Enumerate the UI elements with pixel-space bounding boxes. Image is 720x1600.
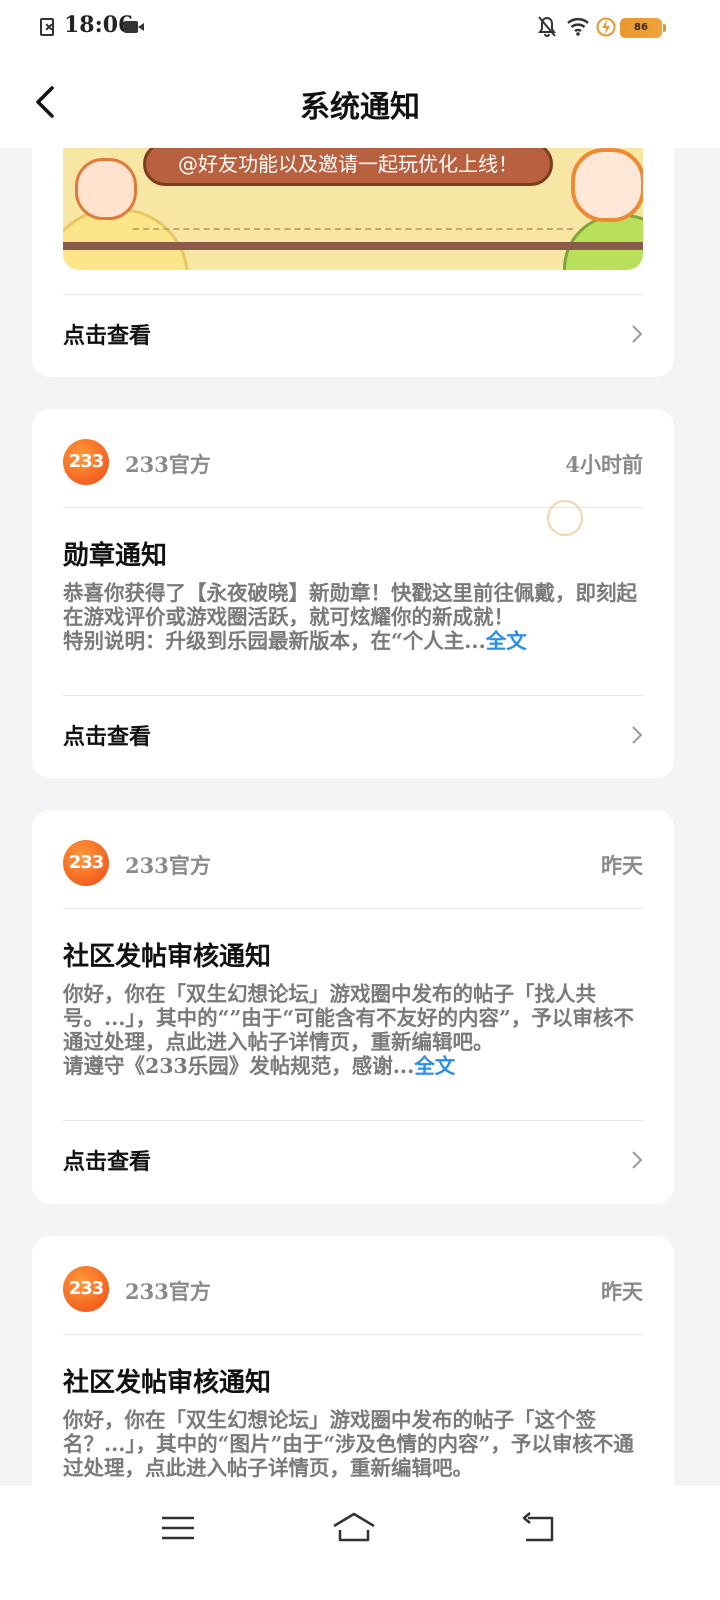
divider xyxy=(63,294,643,295)
notification-body-text: 你好，你在「双生幻想论坛」游戏圈中发布的帖子「找人共号。...」，其中的“”由于… xyxy=(63,982,634,1054)
read-more-link[interactable]: 全文 xyxy=(414,1054,455,1078)
event-banner[interactable]: @好友功能以及邀请一起玩优化上线！ xyxy=(63,148,643,270)
banner-character-left xyxy=(75,158,137,220)
notification-body-text-2: 请遵守《233乐园》发帖规范，感谢... xyxy=(63,1054,415,1078)
view-details-link[interactable]: 点击查看 xyxy=(63,705,643,765)
home-button[interactable] xyxy=(330,1508,378,1548)
view-details-label: 点击查看 xyxy=(63,323,152,349)
view-details-link[interactable]: 点击查看 xyxy=(63,1130,643,1190)
divider xyxy=(63,1334,643,1335)
sim-off-icon xyxy=(40,18,54,36)
chevron-right-icon xyxy=(632,325,643,343)
wifi-icon xyxy=(567,18,589,36)
notification-card: 233 233官方 4小时前 勋章通知 恭喜你获得了【永夜破晓】新勋章！快戳这里… xyxy=(32,409,674,778)
view-details-link[interactable]: 点击查看 xyxy=(63,304,643,364)
page-title: 系统通知 xyxy=(300,90,420,125)
notification-body: 恭喜你获得了【永夜破晓】新勋章！快戳这里前往佩戴，即刻起在游戏评价或游戏圈活跃，… xyxy=(63,581,648,653)
notification-body-text: 你好，你在「双生幻想论坛」游戏圈中发布的帖子「这个签名？...」，其中的“图片”… xyxy=(63,1408,634,1480)
chevron-right-icon xyxy=(632,1151,643,1169)
status-bar: 18:06 86 xyxy=(0,0,720,56)
notification-time: 4小时前 xyxy=(565,452,643,477)
read-more-link[interactable]: 全文 xyxy=(486,629,527,653)
sender-name: 233官方 xyxy=(125,1279,211,1304)
notification-time: 昨天 xyxy=(601,853,643,878)
touch-ripple xyxy=(547,500,583,536)
banner-text: @好友功能以及邀请一起玩优化上线！ xyxy=(143,148,553,186)
view-details-label: 点击查看 xyxy=(63,724,152,750)
notification-card-banner: @好友功能以及邀请一起玩优化上线！ 点击查看 xyxy=(32,130,674,377)
charging-icon xyxy=(596,17,616,37)
system-navigation-bar xyxy=(0,1486,720,1600)
notification-body-text-2: 特别说明：升级到乐园最新版本，在“个人主... xyxy=(63,629,486,653)
avatar: 233 xyxy=(63,1266,109,1312)
battery-icon: 86 xyxy=(620,18,666,38)
sender-name: 233官方 xyxy=(125,452,211,477)
back-nav-button[interactable] xyxy=(518,1508,558,1548)
notification-title: 社区发帖审核通知 xyxy=(63,1368,272,1398)
video-icon xyxy=(124,21,144,33)
divider xyxy=(63,908,643,909)
menu-button[interactable] xyxy=(158,1508,198,1548)
status-time: 18:06 xyxy=(64,12,134,38)
divider xyxy=(63,695,643,696)
notification-time: 昨天 xyxy=(601,1279,643,1304)
notification-body: 你好，你在「双生幻想论坛」游戏圈中发布的帖子「找人共号。...」，其中的“”由于… xyxy=(63,982,648,1078)
banner-stripe xyxy=(63,242,643,250)
notification-title: 社区发帖审核通知 xyxy=(63,942,272,972)
notification-body-text: 恭喜你获得了【永夜破晓】新勋章！快戳这里前往佩戴，即刻起在游戏评价或游戏圈活跃，… xyxy=(63,581,637,629)
menu-icon xyxy=(162,1516,194,1540)
banner-dash-line xyxy=(133,228,573,230)
divider xyxy=(63,1120,643,1121)
avatar: 233 xyxy=(63,840,109,886)
notification-title: 勋章通知 xyxy=(63,541,168,571)
chevron-right-icon xyxy=(632,726,643,744)
back-icon xyxy=(522,1512,554,1542)
banner-hill-left xyxy=(63,208,189,270)
notification-card: 233 233官方 昨天 社区发帖审核通知 你好，你在「双生幻想论坛」游戏圈中发… xyxy=(32,810,674,1204)
notification-body: 你好，你在「双生幻想论坛」游戏圈中发布的帖子「这个签名？...」，其中的“图片”… xyxy=(63,1408,648,1480)
view-details-label: 点击查看 xyxy=(63,1149,152,1175)
navigation-bar: 系统通知 xyxy=(0,56,720,148)
banner-character-right xyxy=(571,148,643,222)
sender-name: 233官方 xyxy=(125,853,211,878)
avatar: 233 xyxy=(63,439,109,485)
home-icon xyxy=(333,1512,375,1542)
bell-off-icon xyxy=(538,16,556,37)
